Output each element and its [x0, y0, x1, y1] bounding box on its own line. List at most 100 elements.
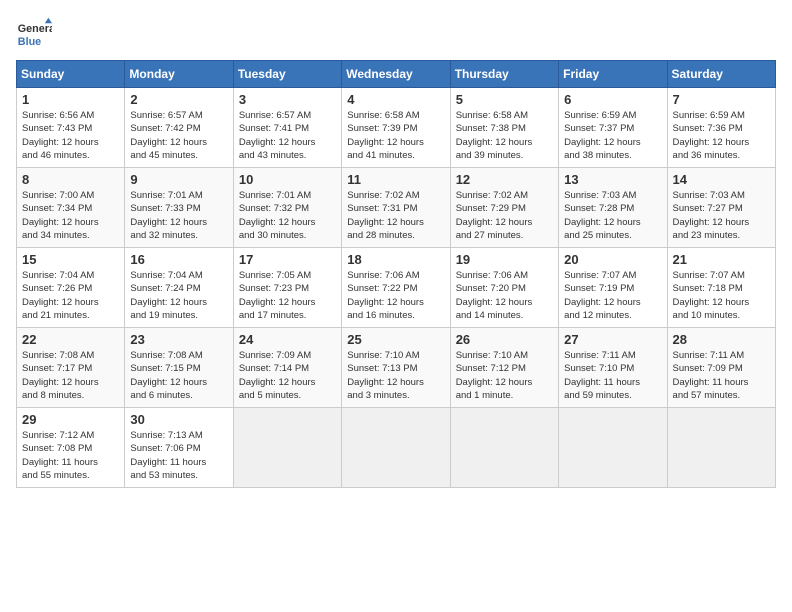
day-info: Sunrise: 7:02 AM Sunset: 7:31 PM Dayligh… [347, 189, 444, 242]
calendar-cell: 20 Sunrise: 7:07 AM Sunset: 7:19 PM Dayli… [559, 248, 667, 328]
day-info: Sunrise: 6:58 AM Sunset: 7:39 PM Dayligh… [347, 109, 444, 162]
day-info: Sunrise: 6:59 AM Sunset: 7:37 PM Dayligh… [564, 109, 661, 162]
calendar-cell: 24Sunrise: 7:09 AM Sunset: 7:14 PM Dayli… [233, 328, 341, 408]
day-number: 22 [22, 332, 119, 347]
day-number: 26 [456, 332, 553, 347]
weekday-header-sunday: Sunday [17, 61, 125, 88]
day-number: 10 [239, 172, 336, 187]
day-number: 19 [456, 252, 553, 267]
calendar-cell: 28Sunrise: 7:11 AM Sunset: 7:09 PM Dayli… [667, 328, 775, 408]
calendar-table: SundayMondayTuesdayWednesdayThursdayFrid… [16, 60, 776, 488]
day-info: Sunrise: 7:13 AM Sunset: 7:06 PM Dayligh… [130, 429, 227, 482]
calendar-cell: 12Sunrise: 7:02 AM Sunset: 7:29 PM Dayli… [450, 168, 558, 248]
calendar-cell: 14 Sunrise: 7:03 AM Sunset: 7:27 PM Dayli… [667, 168, 775, 248]
day-number: 2 [130, 92, 227, 107]
day-info: Sunrise: 7:06 AM Sunset: 7:20 PM Dayligh… [456, 269, 553, 322]
day-number: 7 [673, 92, 770, 107]
day-info: Sunrise: 6:57 AM Sunset: 7:42 PM Dayligh… [130, 109, 227, 162]
calendar-cell: 2 Sunrise: 6:57 AM Sunset: 7:42 PM Daylig… [125, 88, 233, 168]
logo: General Blue [16, 16, 52, 52]
day-info: Sunrise: 6:58 AM Sunset: 7:38 PM Dayligh… [456, 109, 553, 162]
day-number: 6 [564, 92, 661, 107]
day-number: 20 [564, 252, 661, 267]
day-number: 1 [22, 92, 119, 107]
day-info: Sunrise: 7:08 AM Sunset: 7:15 PM Dayligh… [130, 349, 227, 402]
calendar-cell: 23 Sunrise: 7:08 AM Sunset: 7:15 PM Dayli… [125, 328, 233, 408]
day-number: 14 [673, 172, 770, 187]
day-number: 24 [239, 332, 336, 347]
weekday-header-thursday: Thursday [450, 61, 558, 88]
day-number: 9 [130, 172, 227, 187]
day-info: Sunrise: 7:11 AM Sunset: 7:09 PM Dayligh… [673, 349, 770, 402]
calendar-cell: 18 Sunrise: 7:06 AM Sunset: 7:22 PM Dayli… [342, 248, 450, 328]
calendar-cell: 11Sunrise: 7:02 AM Sunset: 7:31 PM Dayli… [342, 168, 450, 248]
day-info: Sunrise: 7:04 AM Sunset: 7:26 PM Dayligh… [22, 269, 119, 322]
day-info: Sunrise: 7:01 AM Sunset: 7:33 PM Dayligh… [130, 189, 227, 242]
day-info: Sunrise: 7:10 AM Sunset: 7:13 PM Dayligh… [347, 349, 444, 402]
day-info: Sunrise: 7:12 AM Sunset: 7:08 PM Dayligh… [22, 429, 119, 482]
weekday-header-saturday: Saturday [667, 61, 775, 88]
calendar-cell [233, 408, 341, 488]
calendar-cell: 6 Sunrise: 6:59 AM Sunset: 7:37 PM Daylig… [559, 88, 667, 168]
logo-icon: General Blue [16, 16, 52, 52]
day-number: 21 [673, 252, 770, 267]
day-info: Sunrise: 7:03 AM Sunset: 7:28 PM Dayligh… [564, 189, 661, 242]
calendar-cell: 8 Sunrise: 7:00 AM Sunset: 7:34 PM Daylig… [17, 168, 125, 248]
calendar-cell: 15 Sunrise: 7:04 AM Sunset: 7:26 PM Dayli… [17, 248, 125, 328]
day-number: 25 [347, 332, 444, 347]
day-info: Sunrise: 7:08 AM Sunset: 7:17 PM Dayligh… [22, 349, 119, 402]
calendar-cell [342, 408, 450, 488]
calendar-cell: 22 Sunrise: 7:08 AM Sunset: 7:17 PM Dayli… [17, 328, 125, 408]
weekday-header-wednesday: Wednesday [342, 61, 450, 88]
calendar-cell: 10 Sunrise: 7:01 AM Sunset: 7:32 PM Dayli… [233, 168, 341, 248]
day-number: 8 [22, 172, 119, 187]
day-number: 12 [456, 172, 553, 187]
day-number: 29 [22, 412, 119, 427]
day-info: Sunrise: 6:59 AM Sunset: 7:36 PM Dayligh… [673, 109, 770, 162]
calendar-cell: 3 Sunrise: 6:57 AM Sunset: 7:41 PM Daylig… [233, 88, 341, 168]
calendar-cell: 29 Sunrise: 7:12 AM Sunset: 7:08 PM Dayli… [17, 408, 125, 488]
day-info: Sunrise: 6:56 AM Sunset: 7:43 PM Dayligh… [22, 109, 119, 162]
svg-text:Blue: Blue [18, 36, 41, 48]
calendar-cell: 1 Sunrise: 6:56 AM Sunset: 7:43 PM Daylig… [17, 88, 125, 168]
day-number: 16 [130, 252, 227, 267]
calendar-cell: 17 Sunrise: 7:05 AM Sunset: 7:23 PM Dayli… [233, 248, 341, 328]
day-number: 18 [347, 252, 444, 267]
calendar-cell: 7 Sunrise: 6:59 AM Sunset: 7:36 PM Daylig… [667, 88, 775, 168]
day-number: 4 [347, 92, 444, 107]
day-number: 27 [564, 332, 661, 347]
calendar-cell: 25 Sunrise: 7:10 AM Sunset: 7:13 PM Dayli… [342, 328, 450, 408]
calendar-cell [559, 408, 667, 488]
calendar-cell: 27 Sunrise: 7:11 AM Sunset: 7:10 PM Dayli… [559, 328, 667, 408]
calendar-cell [450, 408, 558, 488]
day-number: 5 [456, 92, 553, 107]
day-info: Sunrise: 6:57 AM Sunset: 7:41 PM Dayligh… [239, 109, 336, 162]
day-info: Sunrise: 7:05 AM Sunset: 7:23 PM Dayligh… [239, 269, 336, 322]
calendar-cell: 21 Sunrise: 7:07 AM Sunset: 7:18 PM Dayli… [667, 248, 775, 328]
calendar-cell: 4 Sunrise: 6:58 AM Sunset: 7:39 PM Daylig… [342, 88, 450, 168]
calendar-cell: 26 Sunrise: 7:10 AM Sunset: 7:12 PM Dayli… [450, 328, 558, 408]
day-info: Sunrise: 7:00 AM Sunset: 7:34 PM Dayligh… [22, 189, 119, 242]
day-number: 23 [130, 332, 227, 347]
calendar-cell: 16 Sunrise: 7:04 AM Sunset: 7:24 PM Dayli… [125, 248, 233, 328]
calendar-cell [667, 408, 775, 488]
day-info: Sunrise: 7:10 AM Sunset: 7:12 PM Dayligh… [456, 349, 553, 402]
day-info: Sunrise: 7:01 AM Sunset: 7:32 PM Dayligh… [239, 189, 336, 242]
calendar-cell: 30Sunrise: 7:13 AM Sunset: 7:06 PM Dayli… [125, 408, 233, 488]
day-info: Sunrise: 7:06 AM Sunset: 7:22 PM Dayligh… [347, 269, 444, 322]
day-info: Sunrise: 7:07 AM Sunset: 7:19 PM Dayligh… [564, 269, 661, 322]
day-info: Sunrise: 7:07 AM Sunset: 7:18 PM Dayligh… [673, 269, 770, 322]
calendar-cell: 5 Sunrise: 6:58 AM Sunset: 7:38 PM Daylig… [450, 88, 558, 168]
svg-text:General: General [18, 23, 52, 35]
day-info: Sunrise: 7:11 AM Sunset: 7:10 PM Dayligh… [564, 349, 661, 402]
day-number: 15 [22, 252, 119, 267]
calendar-cell: 13Sunrise: 7:03 AM Sunset: 7:28 PM Dayli… [559, 168, 667, 248]
day-info: Sunrise: 7:04 AM Sunset: 7:24 PM Dayligh… [130, 269, 227, 322]
calendar-cell: 9 Sunrise: 7:01 AM Sunset: 7:33 PM Daylig… [125, 168, 233, 248]
weekday-header-friday: Friday [559, 61, 667, 88]
day-info: Sunrise: 7:03 AM Sunset: 7:27 PM Dayligh… [673, 189, 770, 242]
day-number: 17 [239, 252, 336, 267]
calendar-cell: 19 Sunrise: 7:06 AM Sunset: 7:20 PM Dayli… [450, 248, 558, 328]
day-number: 3 [239, 92, 336, 107]
weekday-header-monday: Monday [125, 61, 233, 88]
